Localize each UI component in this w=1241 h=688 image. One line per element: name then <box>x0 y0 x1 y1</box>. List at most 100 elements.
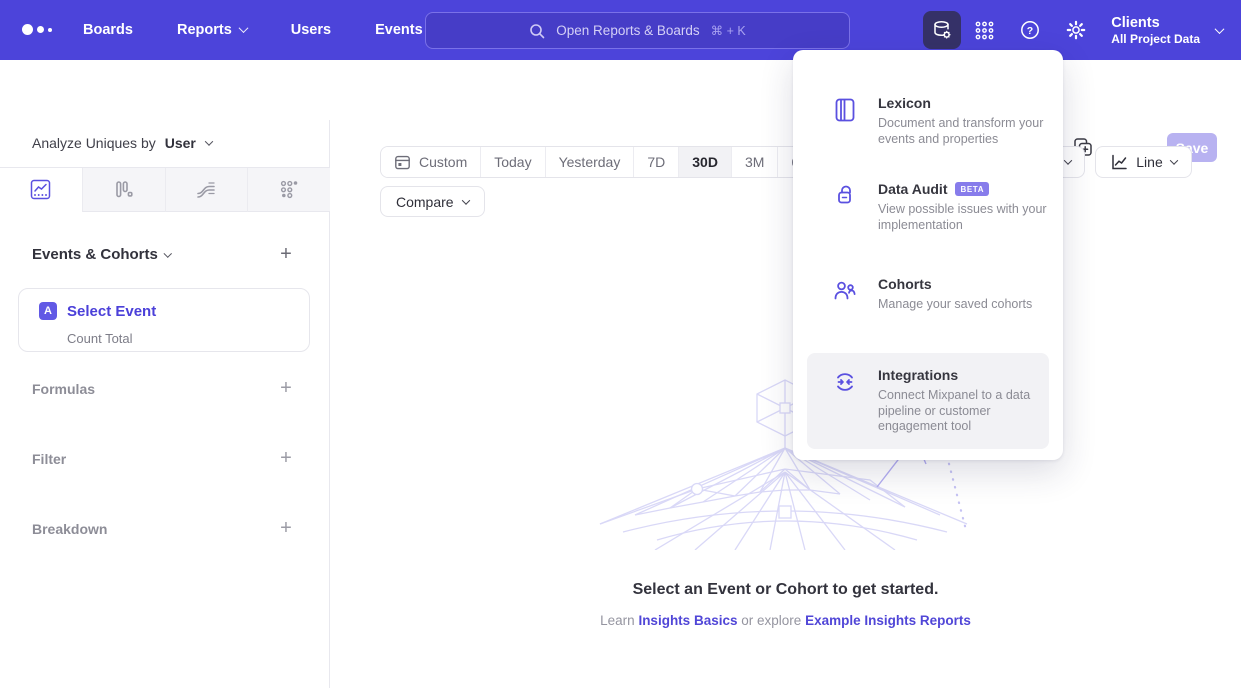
tab-line-chart[interactable] <box>0 168 82 212</box>
help-button[interactable]: ? <box>1007 19 1053 41</box>
analyze-label: Analyze Uniques by <box>32 135 156 151</box>
database-gear-icon <box>931 19 953 41</box>
calendar-icon <box>394 154 411 171</box>
svg-text:?: ? <box>1027 25 1033 37</box>
compare-button[interactable]: Compare <box>380 186 485 217</box>
chevron-down-icon <box>164 249 172 257</box>
chevron-down-icon <box>205 137 213 145</box>
breakdown-label: Breakdown <box>32 521 107 537</box>
tab-flow-chart[interactable] <box>165 168 248 212</box>
gear-icon <box>1065 19 1087 41</box>
example-insights-reports-link[interactable]: Example Insights Reports <box>805 613 971 628</box>
primary-nav: Boards Reports Users Events <box>83 0 423 60</box>
chevron-down-icon <box>1169 156 1177 164</box>
nav-users-label: Users <box>291 22 331 38</box>
add-formula-button[interactable]: + <box>276 379 296 399</box>
range-yesterday[interactable]: Yesterday <box>545 147 634 177</box>
data-management-button[interactable] <box>923 11 961 49</box>
chevron-down-icon <box>238 23 248 33</box>
menu-item-description: Manage your saved cohorts <box>878 297 1032 313</box>
range-custom-label: Custom <box>419 154 467 170</box>
range-custom[interactable]: Custom <box>381 147 480 177</box>
range-yesterday-label: Yesterday <box>559 154 621 170</box>
audit-icon <box>832 181 858 250</box>
range-today[interactable]: Today <box>480 147 544 177</box>
nav-events-label: Events <box>375 22 423 38</box>
range-7d[interactable]: 7D <box>633 147 678 177</box>
event-row[interactable]: A Select Event Count Total <box>18 288 310 352</box>
formulas-label: Formulas <box>32 381 95 397</box>
menu-item-description: View possible issues with your implement… <box>878 202 1047 233</box>
insights-basics-link[interactable]: Insights Basics <box>638 613 737 628</box>
menu-item-title: Lexicon <box>878 95 1047 111</box>
compare-label: Compare <box>396 194 454 210</box>
nav-reports[interactable]: Reports <box>177 22 247 38</box>
menu-item-integrations[interactable]: Integrations Connect Mixpanel to a data … <box>807 353 1049 449</box>
nav-boards-label: Boards <box>83 22 133 38</box>
empty-state-links: Learn Insights Basics or explore Example… <box>330 613 1241 628</box>
chart-type-label: Line <box>1136 154 1162 170</box>
mixpanel-insights-app: Boards Reports Users Events Open Reports… <box>0 0 1241 688</box>
search-icon <box>529 23 545 39</box>
menu-item-description: Document and transform your events and p… <box>878 116 1047 147</box>
range-30d-label: 30D <box>692 154 718 170</box>
search-shortcut: ⌘ + K <box>711 23 746 38</box>
add-breakdown-button[interactable]: + <box>276 519 296 539</box>
tab-metric-chart[interactable] <box>247 168 330 212</box>
filter-label: Filter <box>32 451 66 467</box>
line-chart-icon <box>30 179 51 200</box>
nav-boards[interactable]: Boards <box>83 22 133 38</box>
integrations-icon <box>832 367 858 435</box>
beta-badge: BETA <box>955 182 989 196</box>
nav-users[interactable]: Users <box>291 22 331 38</box>
cohorts-icon <box>832 276 858 338</box>
filter-header: Filter <box>32 451 66 467</box>
menu-item-cohorts[interactable]: Cohorts Manage your saved cohorts <box>793 263 1063 351</box>
chart-type-dropdown[interactable]: Line <box>1095 146 1192 178</box>
formulas-header: Formulas <box>32 381 95 397</box>
flow-icon <box>195 179 217 201</box>
nav-events[interactable]: Events <box>375 22 423 38</box>
menu-item-lexicon[interactable]: Lexicon Document and transform your even… <box>793 82 1063 168</box>
add-event-button[interactable]: + <box>276 245 296 265</box>
help-icon: ? <box>1019 19 1041 41</box>
data-management-menu: Lexicon Document and transform your even… <box>793 50 1063 460</box>
menu-item-title: Cohorts <box>878 276 1032 292</box>
analyze-value: User <box>165 135 196 151</box>
search-placeholder: Open Reports & Boards <box>556 23 699 38</box>
learn-text: Learn <box>600 613 635 628</box>
mixpanel-logo-icon[interactable] <box>22 24 52 35</box>
menu-item-title: Data Audit <box>878 181 947 197</box>
range-30d[interactable]: 30D <box>678 147 731 177</box>
date-range-group: Custom Today Yesterday 7D 30D 3M 6M <box>380 146 825 178</box>
count-total-label[interactable]: Count Total <box>67 331 133 346</box>
metric-dots-icon <box>279 179 300 200</box>
settings-button[interactable] <box>1053 19 1099 41</box>
grid-icon <box>974 20 995 41</box>
breakdown-header: Breakdown <box>32 521 107 537</box>
tab-bar-chart[interactable] <box>82 168 165 212</box>
chevron-down-icon <box>461 196 469 204</box>
apps-grid-button[interactable] <box>961 20 1007 41</box>
menu-item-data-audit[interactable]: Data Audit BETA View possible issues wit… <box>793 168 1063 263</box>
query-builder-sidebar: Analyze Uniques by User <box>0 120 330 688</box>
chevron-down-icon <box>1215 24 1225 34</box>
range-7d-label: 7D <box>647 154 665 170</box>
project-name: Clients <box>1111 14 1200 32</box>
menu-item-description: Connect Mixpanel to a data pipeline or c… <box>878 388 1035 435</box>
or-explore-text: or explore <box>741 613 801 628</box>
chevron-down-icon <box>1064 156 1072 164</box>
line-chart-icon <box>1110 153 1128 171</box>
events-cohorts-label: Events & Cohorts <box>32 246 158 263</box>
empty-state-title: Select an Event or Cohort to get started… <box>330 581 1241 599</box>
project-selector[interactable]: Clients All Project Data <box>1111 14 1223 47</box>
project-scope: All Project Data <box>1111 32 1200 47</box>
analyze-uniques-control[interactable]: Analyze Uniques by User <box>32 135 212 151</box>
event-letter-badge: A <box>39 302 57 320</box>
global-search[interactable]: Open Reports & Boards ⌘ + K <box>425 12 850 49</box>
add-filter-button[interactable]: + <box>276 449 296 469</box>
events-cohorts-header[interactable]: Events & Cohorts <box>32 246 170 263</box>
nav-reports-label: Reports <box>177 22 232 38</box>
select-event-label[interactable]: Select Event <box>67 303 156 320</box>
range-3m[interactable]: 3M <box>731 147 777 177</box>
